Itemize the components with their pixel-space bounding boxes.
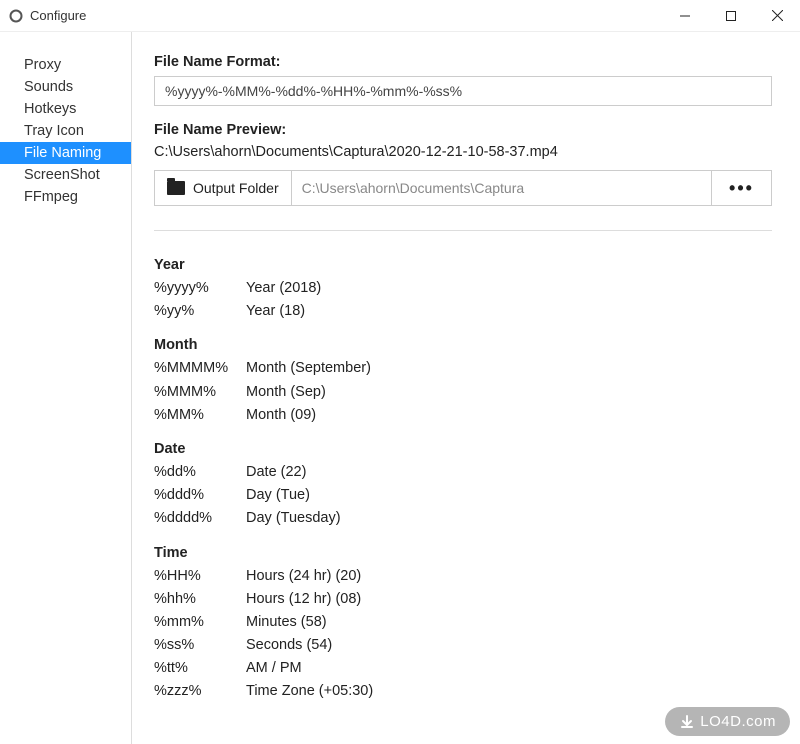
ref-token: %HH%: [154, 565, 246, 588]
output-folder-label: Output Folder: [193, 180, 279, 196]
ref-row: %mm%Minutes (58): [154, 611, 772, 634]
ref-row: %hh%Hours (12 hr) (08): [154, 588, 772, 611]
ref-desc: Hours (24 hr) (20): [246, 565, 361, 588]
close-button[interactable]: [754, 0, 800, 31]
sidebar-item-screenshot[interactable]: ScreenShot: [0, 164, 131, 186]
ref-table: %HH%Hours (24 hr) (20)%hh%Hours (12 hr) …: [154, 565, 772, 704]
ref-row: %ddd%Day (Tue): [154, 484, 772, 507]
ref-desc: Hours (12 hr) (08): [246, 588, 361, 611]
sidebar-item-proxy[interactable]: Proxy: [0, 54, 131, 76]
sidebar: ProxySoundsHotkeysTray IconFile NamingSc…: [0, 32, 132, 744]
watermark-text: LO4D.com: [700, 713, 776, 730]
ref-desc: Day (Tue): [246, 484, 310, 507]
ref-token: %yy%: [154, 300, 246, 323]
ref-section-title: Date: [154, 441, 772, 457]
window-title: Configure: [30, 8, 662, 23]
ref-row: %MMMM%Month (September): [154, 357, 772, 380]
ref-token: %zzz%: [154, 680, 246, 703]
ref-table: %yyyy%Year (2018)%yy%Year (18): [154, 277, 772, 323]
ref-row: %zzz%Time Zone (+05:30): [154, 680, 772, 703]
ref-token: %tt%: [154, 657, 246, 680]
ref-desc: Time Zone (+05:30): [246, 680, 373, 703]
ref-desc: Seconds (54): [246, 634, 332, 657]
sidebar-item-sounds[interactable]: Sounds: [0, 76, 131, 98]
ref-token: %MM%: [154, 404, 246, 427]
ref-row: %yy%Year (18): [154, 300, 772, 323]
ref-desc: Month (September): [246, 357, 371, 380]
ref-section-title: Time: [154, 545, 772, 561]
sidebar-item-hotkeys[interactable]: Hotkeys: [0, 98, 131, 120]
ref-desc: Month (Sep): [246, 381, 326, 404]
ref-row: %yyyy%Year (2018): [154, 277, 772, 300]
divider: [154, 230, 772, 231]
ref-desc: Month (09): [246, 404, 316, 427]
folder-icon: [167, 181, 185, 195]
ref-desc: Minutes (58): [246, 611, 327, 634]
ref-token: %hh%: [154, 588, 246, 611]
format-reference: Year %yyyy%Year (2018)%yy%Year (18) Month%…: [154, 257, 772, 704]
ref-desc: AM / PM: [246, 657, 302, 680]
ref-desc: Date (22): [246, 461, 306, 484]
format-label: File Name Format:: [154, 54, 772, 70]
sidebar-item-file-naming[interactable]: File Naming: [0, 142, 131, 164]
format-input[interactable]: [154, 76, 772, 106]
ref-desc: Year (2018): [246, 277, 321, 300]
ref-row: %ss%Seconds (54): [154, 634, 772, 657]
ref-row: %MMM%Month (Sep): [154, 381, 772, 404]
main-panel: File Name Format: File Name Preview: C:\…: [132, 32, 800, 744]
ref-section-title: Month: [154, 337, 772, 353]
preview-label: File Name Preview:: [154, 122, 772, 138]
browse-button[interactable]: •••: [711, 171, 771, 205]
preview-value: C:\Users\ahorn\Documents\Captura\2020-12…: [154, 144, 772, 160]
titlebar: Configure: [0, 0, 800, 32]
ref-token: %yyyy%: [154, 277, 246, 300]
ref-desc: Day (Tuesday): [246, 507, 341, 530]
minimize-button[interactable]: [662, 0, 708, 31]
watermark: LO4D.com: [665, 707, 790, 736]
ref-token: %dd%: [154, 461, 246, 484]
ref-token: %MMM%: [154, 381, 246, 404]
output-folder-path: C:\Users\ahorn\Documents\Captura: [292, 171, 711, 205]
output-folder-button[interactable]: Output Folder: [155, 171, 292, 205]
ref-token: %dddd%: [154, 507, 246, 530]
app-icon: [8, 8, 24, 24]
ref-desc: Year (18): [246, 300, 305, 323]
output-folder-row: Output Folder C:\Users\ahorn\Documents\C…: [154, 170, 772, 206]
ref-table: %MMMM%Month (September)%MMM%Month (Sep)%…: [154, 357, 772, 427]
sidebar-item-tray-icon[interactable]: Tray Icon: [0, 120, 131, 142]
ref-token: %ddd%: [154, 484, 246, 507]
ref-row: %dddd%Day (Tuesday): [154, 507, 772, 530]
ref-row: %MM%Month (09): [154, 404, 772, 427]
maximize-button[interactable]: [708, 0, 754, 31]
ref-row: %tt%AM / PM: [154, 657, 772, 680]
sidebar-item-ffmpeg[interactable]: FFmpeg: [0, 186, 131, 208]
ref-token: %mm%: [154, 611, 246, 634]
ref-section-title: Year: [154, 257, 772, 273]
window-controls: [662, 0, 800, 31]
ref-row: %dd%Date (22): [154, 461, 772, 484]
ref-row: %HH%Hours (24 hr) (20): [154, 565, 772, 588]
ref-table: %dd%Date (22)%ddd%Day (Tue)%dddd%Day (Tu…: [154, 461, 772, 531]
ref-token: %MMMM%: [154, 357, 246, 380]
ref-token: %ss%: [154, 634, 246, 657]
